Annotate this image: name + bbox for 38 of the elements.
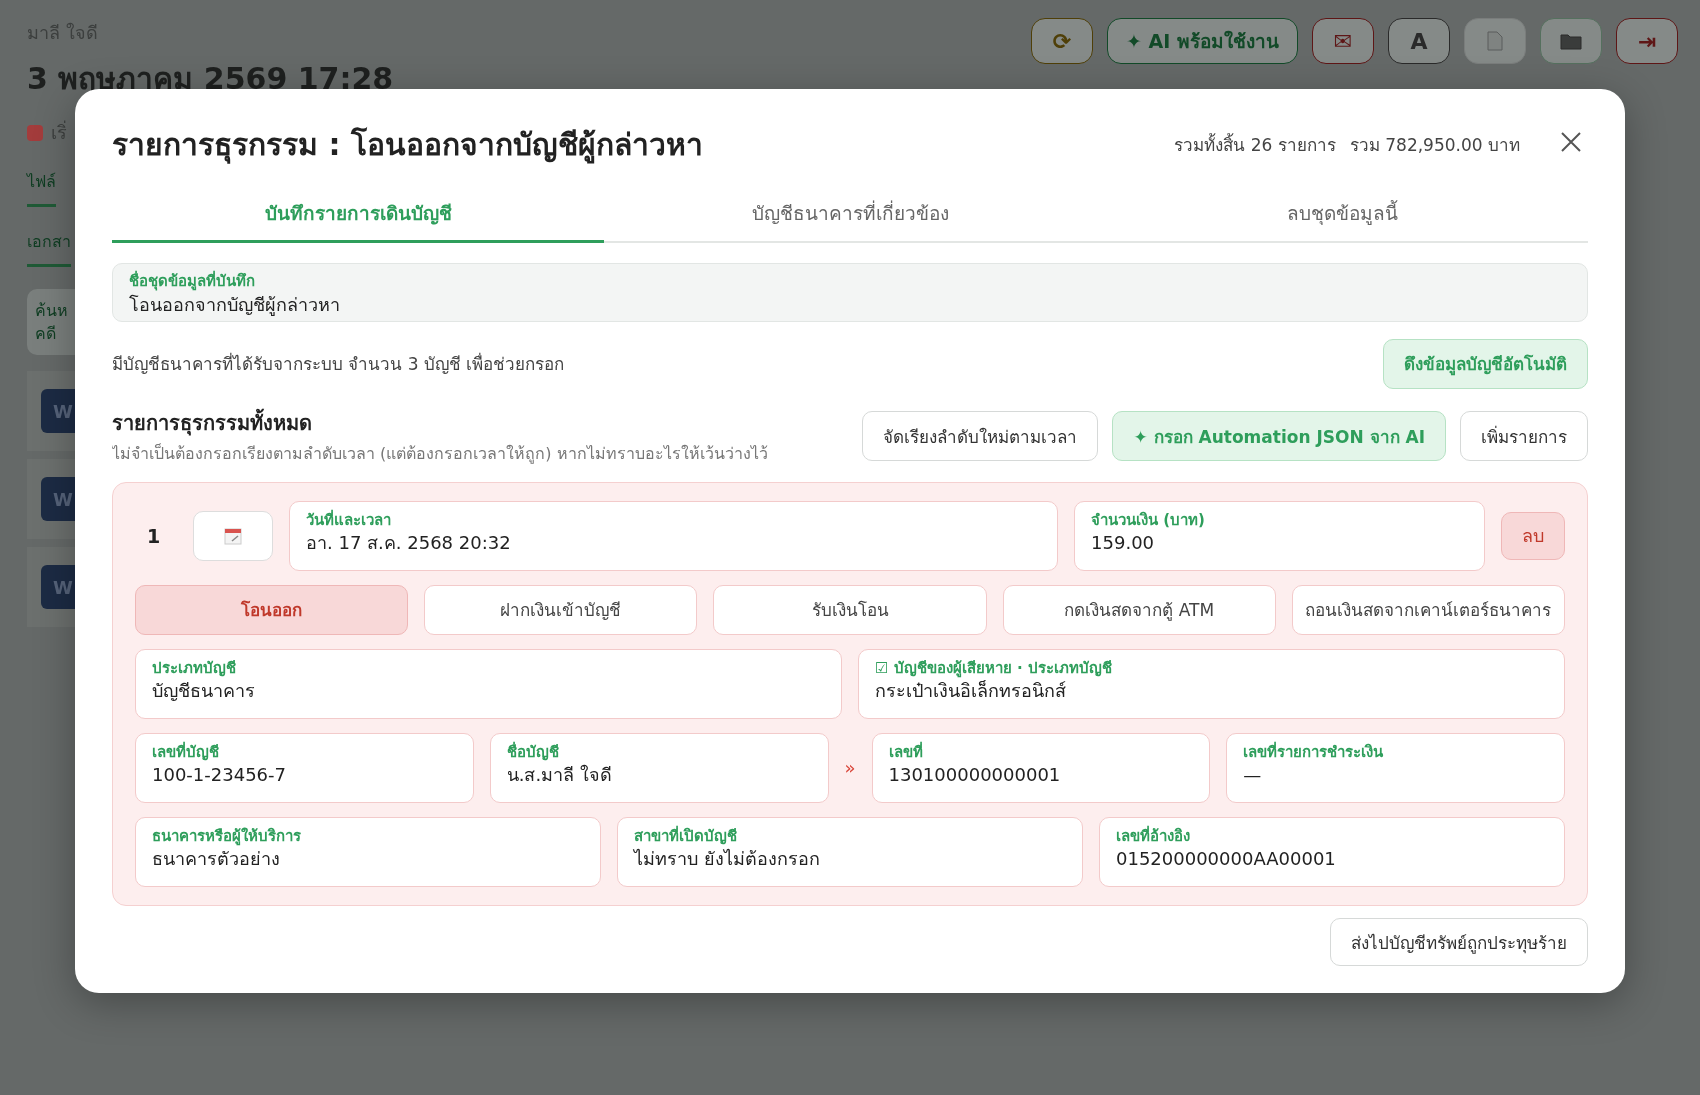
toolbar-button[interactable]: ⇥ — [1616, 18, 1678, 64]
input-field[interactable]: ธนาคารหรือผู้ให้บริการ ธนาคารตัวอย่าง — [135, 816, 601, 887]
input-field[interactable]: เลขที่รายการชำระเงิน — — [1226, 732, 1565, 803]
toolbar-button[interactable]: A — [1388, 18, 1450, 64]
tab[interactable]: ลบชุดข้อมูลนี้ — [1096, 188, 1588, 243]
arrow-glyph: » — [844, 757, 856, 779]
document-icon — [1486, 31, 1504, 51]
input-field[interactable]: ชื่อบัญชี น.ส.มาลี ใจดี — [489, 732, 829, 803]
action-button[interactable]: จัดเรียงลำดับใหม่ตามเวลา — [862, 411, 1099, 462]
delete-button[interactable]: ลบ — [1501, 511, 1565, 560]
type-option[interactable]: โอนออก — [135, 584, 409, 635]
row-number: 1 — [146, 524, 162, 547]
type-option[interactable]: รับเงินโอน — [713, 584, 987, 635]
date-time-heading: 3 พฤษภาคม 2569 17:28 — [27, 60, 394, 98]
calendar-icon — [224, 526, 242, 545]
section-title: รายการธุรกรรมทั้งหมด — [112, 407, 313, 438]
summary-text: รวม 782,950.00 บาท — [1349, 134, 1520, 157]
summary-text: รวมทั้งสิ้น 26 รายการ — [1174, 132, 1336, 157]
datetime-field[interactable]: วันที่และเวลา อา. 17 ส.ค. 2568 20:32 — [289, 500, 1059, 571]
type-option[interactable]: ฝากเงินเข้าบัญชี — [424, 584, 698, 635]
input-field[interactable]: เลขที่บัญชี 100-1-23456-7 — [135, 732, 474, 803]
dataset-name-field[interactable]: ชื่อชุดข้อมูลที่บันทึก โอนออกจากบัญชีผู้กล่าวหา — [112, 263, 1588, 322]
dialog-title: รายการธุรกรรม : โอนออกจากบัญชีผู้กล่าวหา — [112, 126, 703, 166]
tab[interactable]: บัญชีธนาคารที่เกี่ยวข้อง — [604, 188, 1096, 243]
amount-field[interactable]: จำนวนเงิน (บาท) 159.00 — [1074, 500, 1485, 571]
folder-button[interactable] — [1540, 18, 1602, 64]
type-option[interactable]: ถอนเงินสดจากเคาน์เตอร์ธนาคาร — [1291, 584, 1565, 635]
action-button[interactable]: เพิ่มรายการ — [1460, 411, 1588, 462]
input-field[interactable]: เลขที่ 130100000000001 — [871, 732, 1211, 803]
type-option[interactable]: กดเงินสดจากตู้ ATM — [1002, 584, 1276, 635]
input-field[interactable]: ☑ บัญชีของผู้เสียหาย · ประเภทบัญชี กระเป๋าเงินอิเล็กทรอนิกส์ — [858, 648, 1565, 719]
toolbar-button[interactable]: ✉ — [1312, 18, 1374, 64]
input-field[interactable]: เลขที่อ้างอิง 015200000000AA00001 — [1099, 816, 1565, 887]
send-button[interactable]: ส่งไปบัญชีทรัพย์ถูกประทุษร้าย — [1330, 918, 1588, 966]
input-field[interactable]: ประเภทบัญชี บัญชีธนาคาร — [135, 648, 842, 719]
close-icon — [1560, 130, 1582, 153]
folder-icon — [1560, 32, 1582, 50]
input-field[interactable]: สาขาที่เปิดบัญชี ไม่ทราบ ยังไม่ต้องกรอก — [617, 816, 1083, 887]
